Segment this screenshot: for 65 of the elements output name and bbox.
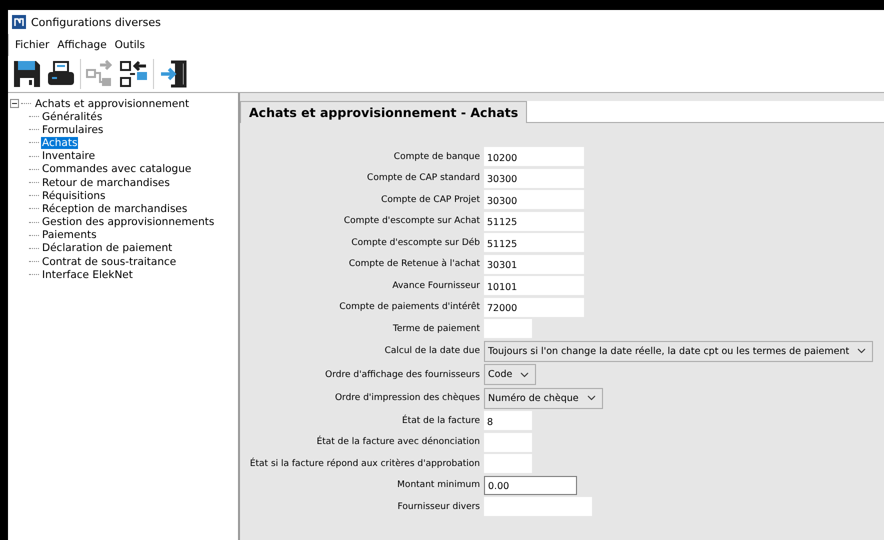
window-title: Configurations diverses (31, 16, 161, 28)
tree-item[interactable]: Commandes avec catalogue (41, 163, 192, 176)
toolbar-button[interactable] (12, 58, 42, 90)
field-label: Compte de Retenue à l'achat (348, 259, 480, 269)
input-field[interactable]: 0.00 (484, 476, 577, 494)
dropdown[interactable]: Code (484, 364, 536, 385)
tree-item[interactable]: Formulaires (41, 124, 104, 136)
tree-item[interactable]: Contrat de sous-traitance (41, 256, 178, 268)
field-label: Compte de CAP Projet (380, 194, 480, 204)
field-label: Compte de CAP standard (366, 173, 480, 183)
field-label: Ordre d'affichage des fournisseurs (324, 370, 480, 380)
input-field[interactable]: 51125 (484, 212, 584, 230)
tree-item[interactable]: Gestion des approvisionnements (41, 216, 216, 228)
field-label: Avance Fournisseur (391, 280, 480, 290)
input-field[interactable] (484, 432, 532, 452)
input-field[interactable]: 10200 (484, 147, 584, 166)
field-label: Compte de banque (392, 152, 480, 162)
input-field[interactable]: 30300 (484, 168, 584, 188)
tree-item[interactable]: Généralités (41, 110, 104, 123)
field-label: Compte de paiements d'intérêt (338, 302, 480, 312)
printer-icon (47, 60, 75, 88)
field-label: Ordre d'impression des chèques (334, 393, 480, 403)
menu-item[interactable]: Affichage (56, 37, 108, 53)
field-label: Montant minimum (396, 480, 480, 490)
field-label: Calcul de la date due (384, 346, 480, 356)
tree-item[interactable]: Déclaration de paiement (41, 242, 174, 254)
tree-item[interactable]: Inventaire (41, 150, 96, 162)
toolbar-button[interactable] (119, 58, 149, 90)
field-label: Fournisseur divers (396, 502, 480, 512)
app-icon (12, 15, 26, 29)
chevron-down-icon (857, 348, 866, 354)
chevron-down-icon (520, 372, 530, 378)
input-field[interactable] (484, 497, 592, 516)
field-label: Compte d'escompte sur Achat (342, 216, 480, 226)
input-field[interactable]: 72000 (484, 298, 584, 316)
tree-item[interactable]: Achats (41, 136, 78, 149)
transfer-icon (86, 60, 114, 88)
chevron-down-icon (586, 395, 596, 401)
field-label: Compte d'escompte sur Déb (350, 238, 480, 248)
input-field[interactable]: 30300 (484, 190, 584, 209)
field-label: État de la facture avec dénonciation (316, 437, 480, 447)
menu-item[interactable]: Fichier (14, 37, 50, 53)
tree-item[interactable]: Achats et approvisionnement (35, 98, 190, 110)
tree-item[interactable]: Interface ElekNet (41, 268, 134, 281)
toolbar-button[interactable] (158, 58, 188, 90)
tree-item[interactable]: Retour de marchandises (41, 176, 171, 189)
menu-item[interactable]: Outils (114, 37, 146, 53)
field-label: État si la facture répond aux critères d'approbation (248, 458, 480, 468)
input-field[interactable]: 30301 (484, 254, 584, 274)
input-field[interactable] (484, 454, 532, 473)
field-label: Terme de paiement (392, 324, 480, 334)
dropdown[interactable]: Toujours si l'on change la date réelle, la date cpt ou les termes de paiement (484, 340, 874, 362)
tree-item[interactable]: Paiements (41, 229, 98, 242)
field-label: État de la facture (400, 416, 480, 426)
input-field[interactable]: 10101 (484, 276, 584, 295)
input-field[interactable]: 8 (484, 411, 532, 430)
dropdown[interactable]: Numéro de chèque (484, 388, 603, 408)
input-field[interactable] (484, 319, 532, 338)
tree-item[interactable]: Réception de marchandises (41, 202, 188, 215)
input-field[interactable]: 51125 (484, 233, 584, 252)
tree-item[interactable]: Réquisitions (41, 190, 106, 202)
panel-tab[interactable]: Achats et approvisionnement - Achats (240, 101, 528, 123)
exit-door-icon (159, 60, 187, 88)
transfer-icon (120, 60, 148, 88)
collapse-toggle[interactable] (10, 99, 19, 108)
